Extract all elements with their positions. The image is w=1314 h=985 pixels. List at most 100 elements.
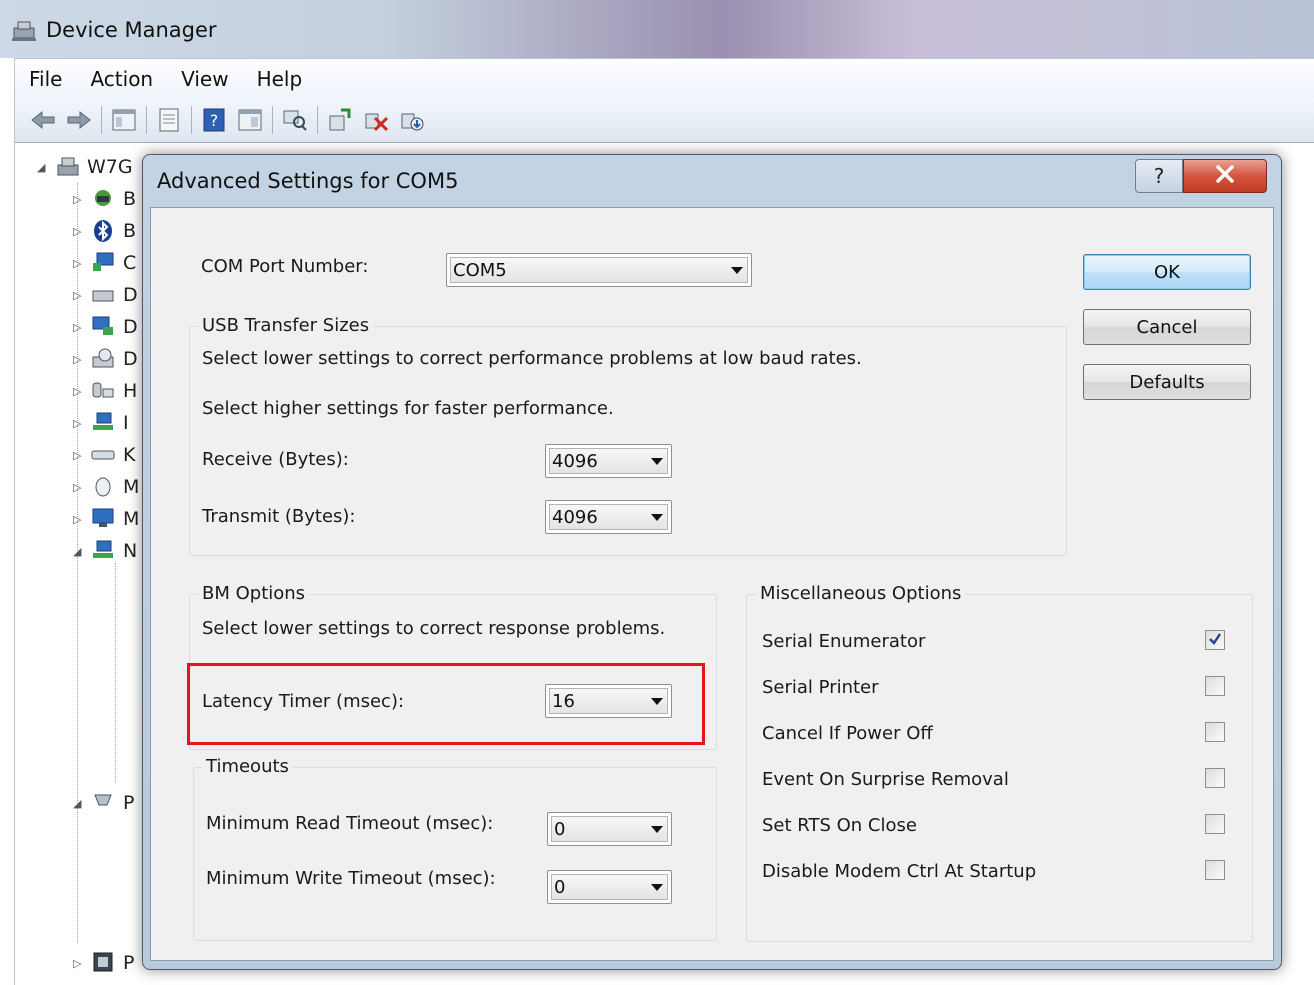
tree-node[interactable]: ▷ H — [73, 377, 137, 405]
collapsed-arrow-icon[interactable]: ▷ — [73, 257, 87, 270]
device-tree: ◢ W7G ▷ B ▷ B ▷ C ▷ D ▷ D ▷ D ▷ H ▷ I ▷ … — [14, 143, 155, 985]
toolbar-separator — [146, 106, 147, 134]
help-button[interactable]: ? — [1135, 159, 1183, 193]
cancel-button[interactable]: Cancel — [1083, 309, 1251, 345]
com-port-select[interactable]: COM5 — [446, 253, 752, 287]
toolbar-separator — [101, 106, 102, 134]
transmit-select[interactable]: 4096 — [545, 500, 672, 534]
toolbar: ? — [14, 98, 1314, 143]
min-read-timeout-label: Minimum Read Timeout (msec): — [206, 813, 494, 834]
dropdown-arrow-icon — [643, 871, 671, 903]
dvd-drive-icon — [91, 347, 117, 371]
min-read-timeout-select[interactable]: 0 — [547, 812, 672, 846]
menu-view[interactable]: View — [167, 67, 242, 91]
update-driver-icon[interactable] — [326, 106, 354, 134]
cancel-if-power-off-checkbox[interactable] — [1205, 722, 1225, 742]
tree-node[interactable]: ▷ D — [73, 345, 138, 373]
tree-node[interactable]: ▷ P — [73, 949, 134, 977]
tree-node[interactable]: ◢ N — [73, 537, 137, 565]
tree-node[interactable]: ▷ K — [73, 441, 135, 469]
help-icon[interactable]: ? — [200, 106, 228, 134]
collapsed-arrow-icon[interactable]: ▷ — [73, 513, 87, 526]
collapsed-arrow-icon[interactable]: ▷ — [73, 385, 87, 398]
battery-icon — [91, 187, 117, 211]
expanded-arrow-icon[interactable]: ◢ — [37, 161, 51, 174]
tree-root-label: W7G — [87, 156, 133, 178]
forward-arrow-icon[interactable] — [65, 106, 93, 134]
event-on-surprise-removal-checkbox[interactable] — [1205, 768, 1225, 788]
transmit-label: Transmit (Bytes): — [202, 506, 356, 527]
receive-select[interactable]: 4096 — [545, 444, 672, 478]
network-adapter-icon — [91, 539, 117, 563]
timeouts-group — [193, 767, 717, 941]
tree-node-label: H — [123, 380, 138, 402]
tree-node[interactable]: ▷ I — [73, 409, 129, 437]
device-manager-icon — [10, 18, 38, 42]
tree-node[interactable]: ◢ P — [73, 789, 134, 817]
timeouts-group-label: Timeouts — [202, 756, 293, 777]
toolbar-separator — [191, 106, 192, 134]
hid-icon — [91, 379, 117, 403]
collapsed-arrow-icon[interactable]: ▷ — [73, 289, 87, 302]
toolbar-separator — [317, 106, 318, 134]
collapsed-arrow-icon[interactable]: ▷ — [73, 481, 87, 494]
set-rts-on-close-checkbox[interactable] — [1205, 814, 1225, 834]
tree-node[interactable]: ▷ D — [73, 313, 138, 341]
receive-value: 4096 — [552, 450, 598, 472]
scan-hardware-icon[interactable] — [281, 106, 309, 134]
expanded-arrow-icon[interactable]: ◢ — [73, 797, 87, 810]
min-write-timeout-select[interactable]: 0 — [547, 870, 672, 904]
uninstall-icon[interactable] — [362, 106, 390, 134]
serial-printer-checkbox[interactable] — [1205, 676, 1225, 696]
back-arrow-icon[interactable] — [29, 106, 57, 134]
tree-node-label: D — [123, 316, 138, 338]
tree-node[interactable]: ▷ C — [73, 249, 136, 277]
collapsed-arrow-icon[interactable]: ▷ — [73, 353, 87, 366]
collapsed-arrow-icon[interactable]: ▷ — [73, 957, 87, 970]
show-hide-tree-icon[interactable] — [110, 106, 138, 134]
checkmark-icon — [1208, 630, 1222, 651]
console-view-icon[interactable] — [236, 106, 264, 134]
tree-node[interactable]: ▷ M — [73, 473, 139, 501]
receive-label: Receive (Bytes): — [202, 449, 349, 470]
menu-help[interactable]: Help — [243, 67, 317, 91]
tree-node[interactable]: ▷ B — [73, 185, 136, 213]
port-icon — [91, 791, 117, 815]
serial-enumerator-label: Serial Enumerator — [762, 631, 926, 652]
bm-options-group-label: BM Options — [198, 583, 310, 604]
serial-enumerator-checkbox[interactable] — [1205, 630, 1225, 650]
collapsed-arrow-icon[interactable]: ▷ — [73, 417, 87, 430]
tree-node-label: D — [123, 348, 138, 370]
collapsed-arrow-icon[interactable]: ▷ — [73, 225, 87, 238]
disable-modem-ctrl-label: Disable Modem Ctrl At Startup — [762, 861, 1037, 882]
close-button[interactable] — [1183, 159, 1267, 193]
tree-connector — [115, 563, 116, 783]
usb-desc-lower: Select lower settings to correct perform… — [202, 348, 862, 369]
monitor-icon — [91, 507, 117, 531]
collapsed-arrow-icon[interactable]: ▷ — [73, 321, 87, 334]
collapsed-arrow-icon[interactable]: ▷ — [73, 193, 87, 206]
tree-node[interactable]: ▷ B — [73, 217, 136, 245]
ok-button[interactable]: OK — [1083, 254, 1251, 290]
svg-text:?: ? — [210, 111, 219, 130]
menu-action[interactable]: Action — [76, 67, 167, 91]
tree-node-label: D — [123, 284, 138, 306]
window-title: Device Manager — [46, 18, 217, 42]
tree-root[interactable]: ◢ W7G — [37, 153, 133, 181]
dropdown-arrow-icon — [643, 813, 671, 845]
defaults-button[interactable]: Defaults — [1083, 364, 1251, 400]
tree-node[interactable]: ▷ D — [73, 281, 138, 309]
com-port-value: COM5 — [453, 259, 507, 281]
close-icon — [1215, 164, 1235, 188]
properties-icon[interactable] — [155, 106, 183, 134]
misc-options-group-label: Miscellaneous Options — [756, 583, 966, 604]
enable-device-icon[interactable] — [398, 106, 426, 134]
collapsed-arrow-icon[interactable]: ▷ — [73, 449, 87, 462]
tree-node[interactable]: ▷ M — [73, 505, 139, 533]
event-on-surprise-removal-label: Event On Surprise Removal — [762, 769, 1009, 790]
usb-desc-higher: Select higher settings for faster perfor… — [202, 398, 614, 419]
disable-modem-ctrl-checkbox[interactable] — [1205, 860, 1225, 880]
expanded-arrow-icon[interactable]: ◢ — [73, 545, 87, 558]
menu-file[interactable]: File — [15, 67, 76, 91]
tree-node-label: I — [123, 412, 129, 434]
